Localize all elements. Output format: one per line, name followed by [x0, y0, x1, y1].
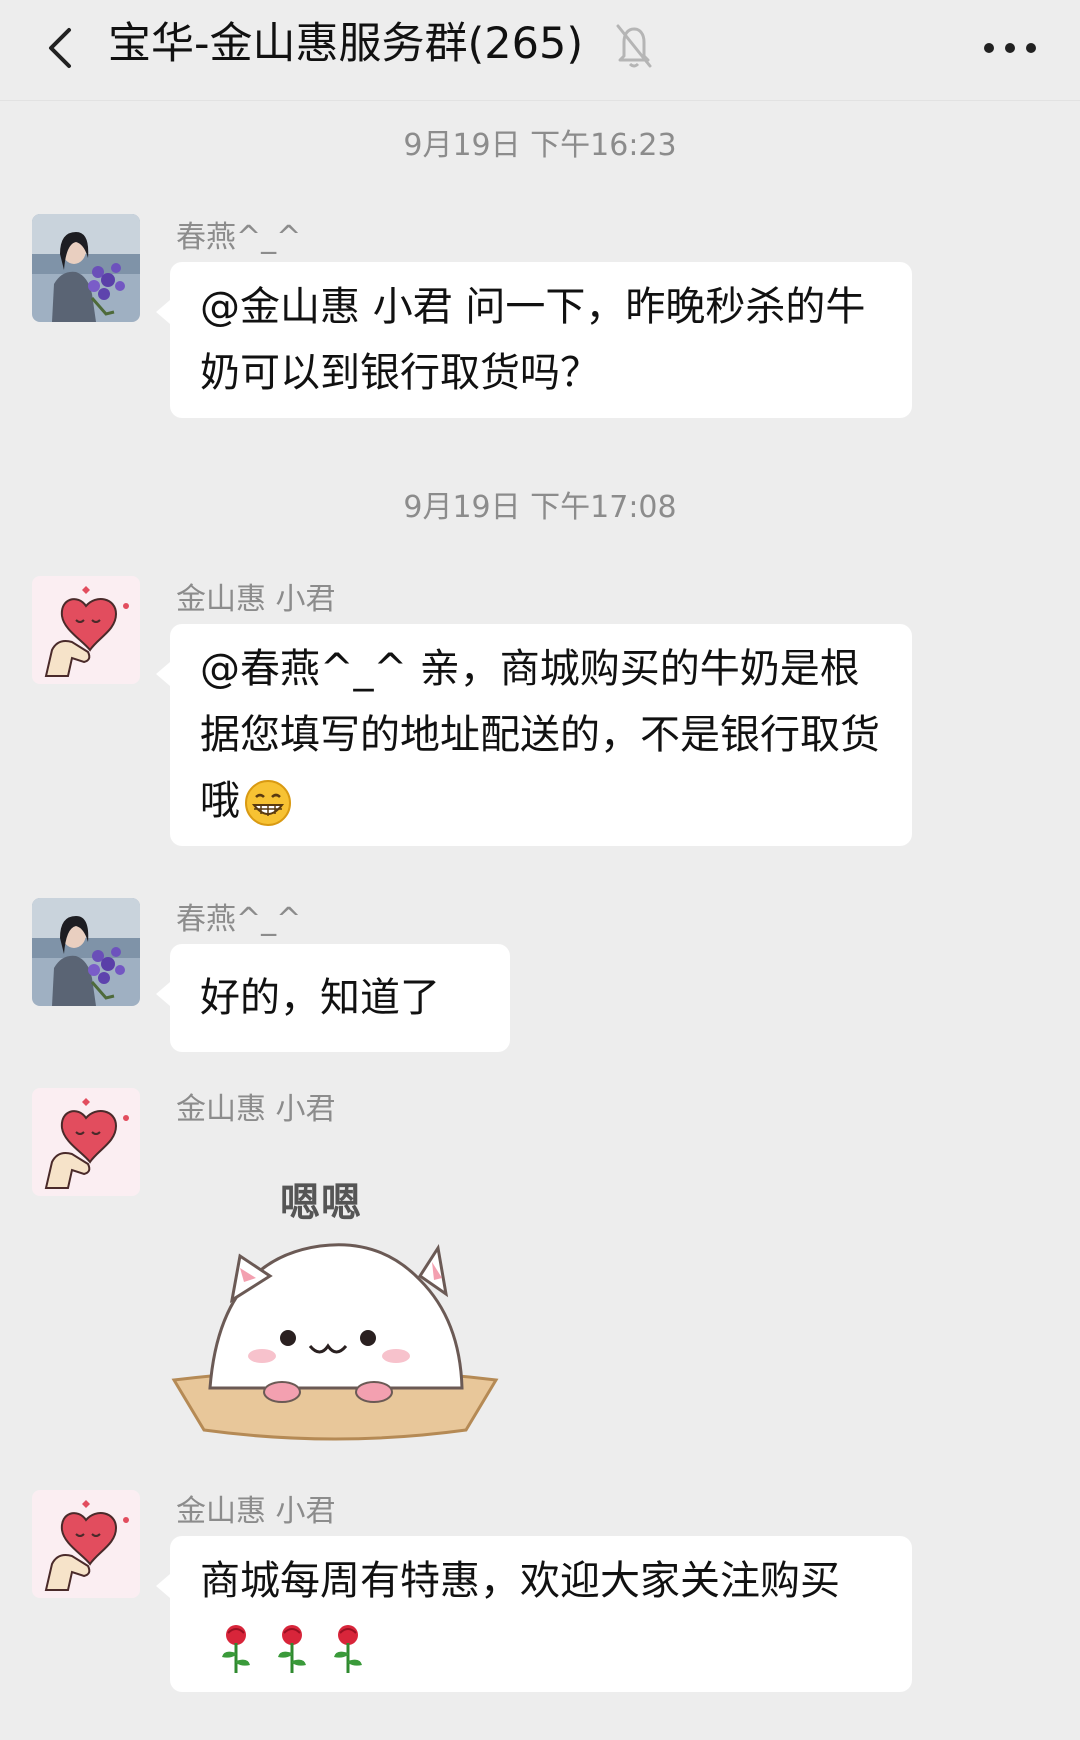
message-text: 商城每周有特惠，欢迎大家关注购买	[200, 1558, 840, 1604]
more-dots-icon	[984, 43, 1036, 53]
back-button[interactable]	[30, 18, 90, 78]
avatar-chunyan[interactable]	[32, 214, 140, 322]
rose-emoji	[334, 1625, 362, 1673]
message-bubble[interactable]: 商城每周有特惠，欢迎大家关注购买	[156, 1536, 912, 1692]
cute-cat-sticker[interactable]	[170, 1220, 500, 1450]
sender-name: 金山惠 小君	[176, 1092, 336, 1127]
rose-emoji	[278, 1625, 306, 1673]
message-bubble[interactable]: @春燕^_^ 亲，商城购买的牛奶是根据您填写的地址配送的，不是银行取货哦	[156, 624, 912, 846]
chat-header: 宝华-金山惠服务群(265)	[0, 0, 1080, 101]
sender-name: 春燕^_^	[176, 220, 302, 255]
message-bubble[interactable]: @金山惠 小君 问一下，昨晚秒杀的牛奶可以到银行取货吗？	[156, 262, 912, 418]
message-text: @春燕^_^ 亲，商城购买的牛奶是根据您填写的地址配送的，不是银行取货哦	[200, 646, 880, 824]
sender-name: 春燕^_^	[176, 902, 302, 937]
avatar-xiaojun[interactable]	[32, 1088, 140, 1196]
avatar-xiaojun[interactable]	[32, 576, 140, 684]
chevron-left-icon	[49, 28, 71, 68]
timestamp: 9月19日 下午16:23	[403, 128, 677, 163]
woman-lavender-photo	[32, 214, 140, 322]
avatar-chunyan[interactable]	[32, 898, 140, 1006]
timestamp: 9月19日 下午17:08	[403, 490, 677, 525]
woman-lavender-photo	[32, 898, 140, 1006]
heart-hand-avatar	[32, 1490, 140, 1598]
avatar-xiaojun[interactable]	[32, 1490, 140, 1598]
heart-hand-avatar	[32, 576, 140, 684]
message-text: @金山惠 小君 问一下，昨晚秒杀的牛奶可以到银行取货吗？	[200, 284, 866, 396]
sender-name: 金山惠 小君	[176, 582, 336, 617]
message-bubble[interactable]: 好的，知道了	[156, 944, 510, 1052]
grinning-face-emoji	[245, 780, 291, 826]
rose-emoji	[222, 1625, 250, 1673]
bell-off-icon	[616, 24, 652, 68]
heart-hand-avatar	[32, 1088, 140, 1196]
more-button[interactable]	[970, 18, 1050, 78]
chat-title: 宝华-金山惠服务群(265)	[108, 19, 584, 69]
message-text: 好的，知道了	[200, 975, 440, 1021]
sender-name: 金山惠 小君	[176, 1494, 336, 1529]
